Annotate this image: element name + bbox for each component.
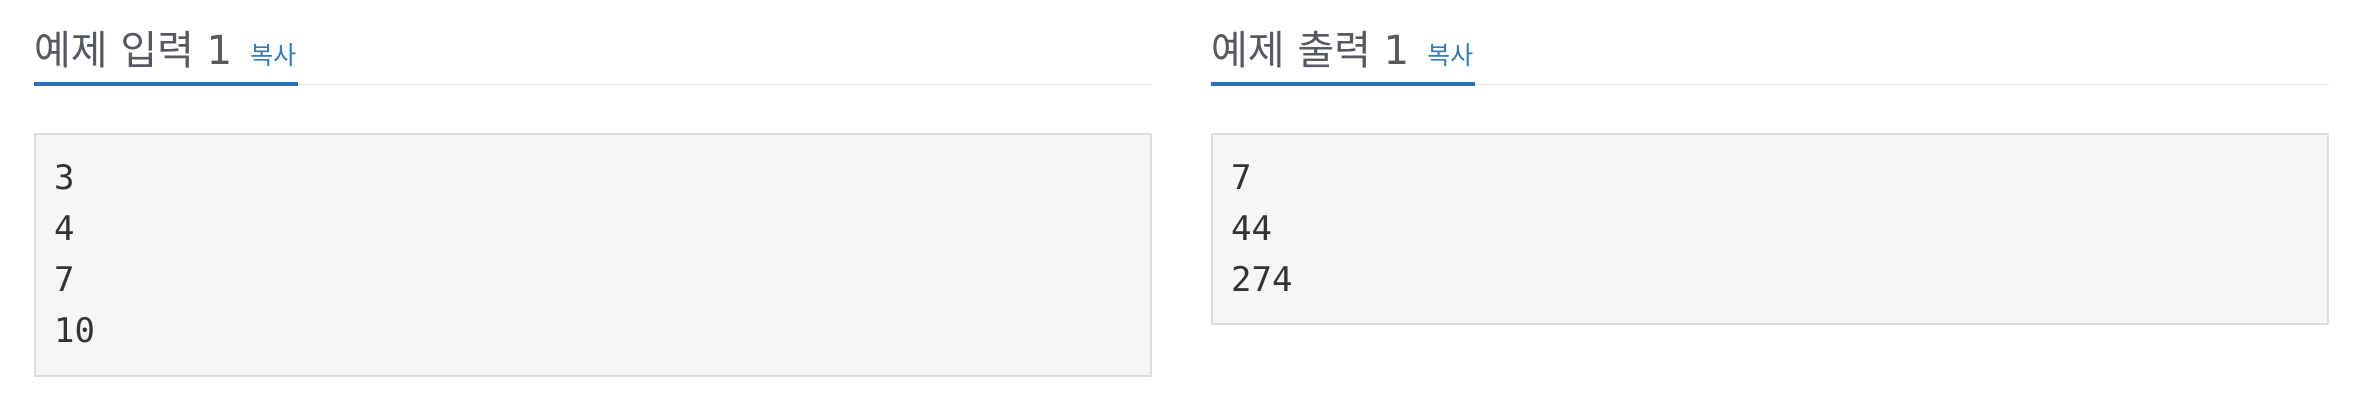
sample-output-section: 예제 출력 1 복사 7 44 274: [1211, 0, 2329, 325]
sample-output-header: 예제 출력 1 복사: [1211, 0, 2329, 86]
sample-input-section: 예제 입력 1 복사 3 4 7 10: [34, 0, 1152, 377]
sample-output-title-underline: [1211, 82, 1475, 86]
sample-input-box[interactable]: 3 4 7 10: [34, 133, 1152, 377]
sample-output-box[interactable]: 7 44 274: [1211, 133, 2329, 325]
sample-input-title: 예제 입력 1: [34, 28, 233, 74]
sample-input-data: 3 4 7 10: [54, 158, 95, 351]
sample-input-header: 예제 입력 1 복사: [34, 0, 1152, 86]
sample-output-data: 7 44 274: [1231, 158, 1293, 300]
sample-input-title-row: 예제 입력 1 복사: [34, 18, 300, 76]
sample-input-copy-button[interactable]: 복사: [250, 36, 296, 72]
sample-output-copy-button[interactable]: 복사: [1427, 36, 1473, 72]
sample-output-title-row: 예제 출력 1 복사: [1211, 18, 1477, 76]
sample-input-title-underline: [34, 82, 298, 86]
sample-output-title: 예제 출력 1: [1211, 28, 1410, 74]
